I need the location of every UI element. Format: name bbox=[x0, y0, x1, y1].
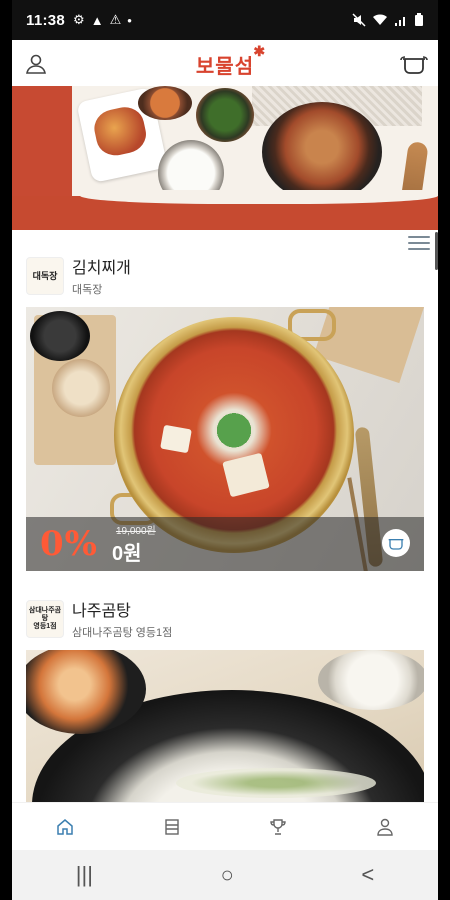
settings-status-icon: ⚙ bbox=[73, 12, 85, 27]
bottom-tab-bar bbox=[12, 802, 438, 851]
original-price: 19,000원 bbox=[115, 526, 156, 537]
promo-banner[interactable] bbox=[12, 86, 438, 230]
price-bar: 0% 19,000원 0원 bbox=[26, 517, 424, 571]
banner-torn-edge bbox=[80, 190, 438, 204]
store-branch-name: 대독장 bbox=[72, 284, 103, 296]
profile-icon bbox=[377, 818, 393, 836]
status-time: 11:38 bbox=[26, 11, 66, 29]
profile-icon bbox=[26, 54, 46, 74]
hamburger-menu-icon[interactable] bbox=[408, 236, 430, 252]
app-logo[interactable]: 보물섬 ✱ bbox=[195, 44, 265, 79]
tab-list[interactable] bbox=[152, 807, 192, 847]
store-header-1[interactable]: 대독장 김치찌개 대독장 bbox=[26, 254, 424, 297]
home-button[interactable]: ○ bbox=[221, 862, 234, 888]
store-dish-name: 김치찌개 bbox=[72, 260, 131, 277]
logo-text: 보물섬 bbox=[195, 53, 255, 78]
store-logo-2: 삼대나주곰탕 영등1점 bbox=[26, 599, 64, 638]
app-header: 보물섬 ✱ bbox=[12, 40, 438, 88]
bezel-left bbox=[0, 0, 12, 900]
profile-button[interactable] bbox=[22, 50, 50, 78]
status-bar: 11:38 ⚙ ▲ ⚠ • bbox=[12, 0, 438, 40]
pot-icon bbox=[400, 56, 428, 74]
store-logo-1: 대독장 bbox=[26, 256, 64, 295]
pot-icon bbox=[388, 539, 404, 550]
tab-home[interactable] bbox=[45, 807, 85, 847]
logo-star-icon: ✱ bbox=[253, 43, 267, 60]
price-group: 19,000원 0원 bbox=[112, 522, 156, 566]
photo-jar bbox=[30, 311, 90, 361]
banner-side-dish-1 bbox=[138, 86, 192, 120]
discount-rate: 0% bbox=[40, 524, 98, 564]
bezel-right bbox=[438, 0, 450, 900]
add-to-cart-button[interactable] bbox=[382, 529, 410, 557]
photo-side-bowl bbox=[318, 650, 424, 710]
dot-status-icon: • bbox=[127, 12, 132, 28]
food-photo-kimchi-stew[interactable]: 0% 19,000원 0원 bbox=[26, 307, 424, 571]
recent-apps-button[interactable]: ||| bbox=[76, 862, 93, 888]
battery-icon bbox=[415, 13, 423, 26]
banner-side-dish-2 bbox=[196, 88, 254, 142]
trophy-icon bbox=[270, 819, 286, 835]
store-text-2: 나주곰탕 삼대나주곰탕 영등1점 bbox=[72, 597, 172, 640]
app-screen: 11:38 ⚙ ▲ ⚠ • 보물섬 ✱ 대독장 김치찌개 대독장 0% 19,0… bbox=[12, 0, 438, 900]
tab-trophy[interactable] bbox=[258, 807, 298, 847]
back-button[interactable]: < bbox=[361, 862, 374, 888]
store-dish-name: 나주곰탕 bbox=[72, 603, 131, 620]
photo-mortar bbox=[52, 359, 110, 417]
sale-price: 0원 bbox=[111, 543, 142, 565]
banner-stew-pot bbox=[262, 102, 382, 202]
wifi-icon bbox=[373, 14, 387, 25]
store-header-2[interactable]: 삼대나주곰탕 영등1점 나주곰탕 삼대나주곰탕 영등1점 bbox=[26, 597, 424, 640]
food-photo-gomtang[interactable] bbox=[26, 650, 424, 802]
tab-profile[interactable] bbox=[365, 807, 405, 847]
home-icon bbox=[57, 819, 73, 835]
alert-status-icon: ▲ bbox=[90, 12, 104, 28]
status-right-icons bbox=[352, 13, 424, 27]
warning-status-icon: ⚠ bbox=[109, 12, 122, 27]
store-branch-name: 삼대나주곰탕 영등1점 bbox=[72, 627, 173, 639]
mute-icon bbox=[352, 13, 366, 27]
system-navigation-bar: ||| ○ < bbox=[12, 850, 438, 900]
tofu-piece bbox=[160, 424, 192, 454]
store-text-1: 김치찌개 대독장 bbox=[72, 254, 131, 297]
signal-icon bbox=[395, 17, 405, 26]
list-icon bbox=[165, 819, 179, 835]
cart-button[interactable] bbox=[400, 50, 428, 78]
photo-green-onion bbox=[176, 768, 376, 798]
